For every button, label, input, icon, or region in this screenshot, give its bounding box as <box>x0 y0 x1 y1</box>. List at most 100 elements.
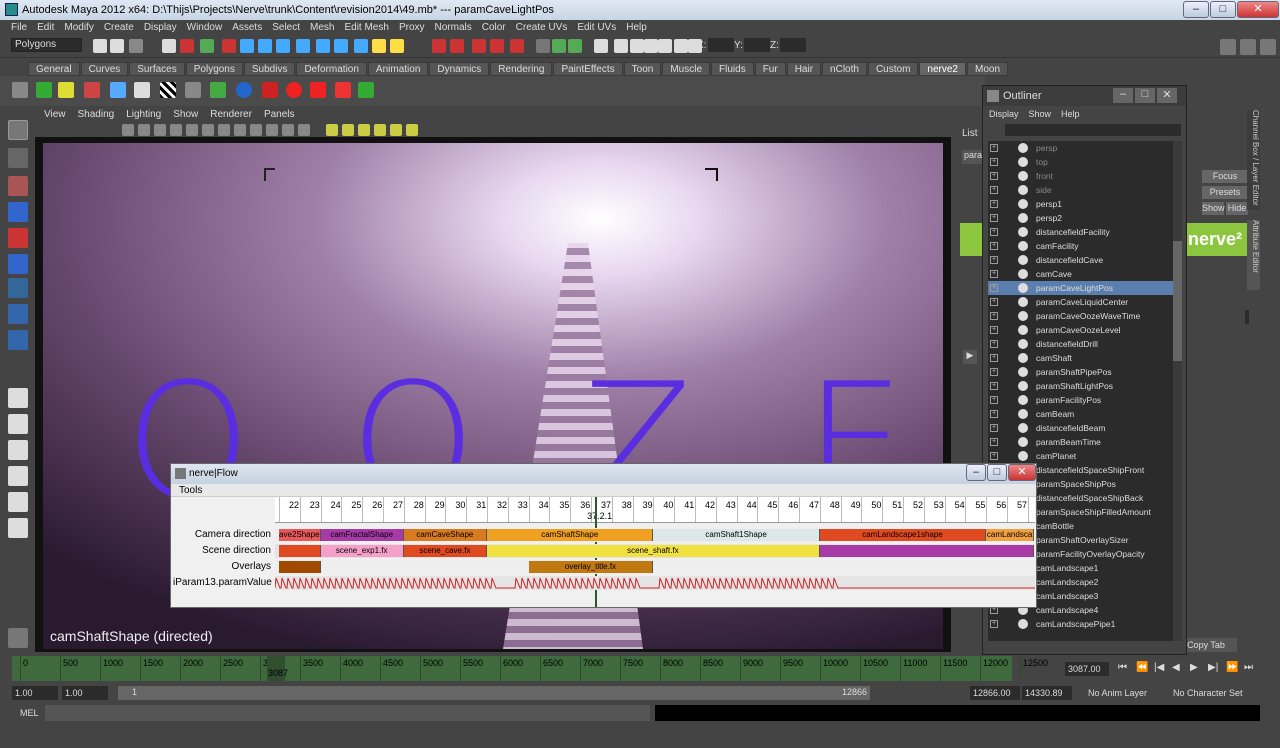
show-button[interactable]: Show <box>1202 202 1225 215</box>
outliner-item[interactable]: + camPlanet <box>988 449 1173 463</box>
track-segment[interactable]: scene_exp1.fx <box>320 545 404 557</box>
nerveflow-close-button[interactable]: ✕ <box>1008 464 1036 481</box>
layout-persp-graph-icon[interactable] <box>8 466 28 486</box>
outliner-item[interactable]: + paramFacilityPos <box>988 393 1173 407</box>
expand-plus-icon[interactable]: + <box>990 312 998 320</box>
status-tool-icon[interactable] <box>93 39 107 53</box>
z-field[interactable] <box>780 38 806 52</box>
status-tool-icon[interactable] <box>372 39 386 53</box>
outliner-menu-show[interactable]: Show <box>1029 109 1052 119</box>
menu-item[interactable]: Create <box>99 20 139 36</box>
track-segment[interactable]: camFractalShape <box>320 529 404 541</box>
play-forward-icon[interactable]: ▶ <box>1190 662 1204 676</box>
menu-item[interactable]: Edit <box>32 20 59 36</box>
status-tool-icon[interactable] <box>110 39 124 53</box>
track-segment[interactable]: camLandscape1shape <box>819 529 987 541</box>
paint-tool-icon[interactable] <box>8 176 28 196</box>
panel-tool-icon[interactable] <box>298 124 310 136</box>
animation-start-field[interactable]: 1.00 <box>12 686 58 700</box>
shelf-tab-dynamics[interactable]: Dynamics <box>429 62 490 76</box>
panel-menu-show[interactable]: Show <box>167 108 204 122</box>
status-tool-icon[interactable] <box>276 39 290 53</box>
expand-plus-icon[interactable]: + <box>990 270 998 278</box>
shelf-menu-icon[interactable] <box>12 82 28 98</box>
panel-tool-icon[interactable] <box>358 124 370 136</box>
track-segment[interactable]: ave2Shape <box>279 529 321 541</box>
shelf-tab-subdivs[interactable]: Subdivs <box>243 62 296 76</box>
cylinder-icon[interactable] <box>335 82 351 98</box>
outliner-item[interactable]: + camCave <box>988 267 1173 281</box>
outliner-scrollbar[interactable] <box>1173 141 1182 641</box>
menu-item[interactable]: Help <box>621 20 652 36</box>
outliner-item[interactable]: + distancefieldFacility <box>988 225 1173 239</box>
status-tool-icon[interactable] <box>162 39 176 53</box>
expand-plus-icon[interactable]: + <box>990 298 998 306</box>
layout-outliner-icon[interactable] <box>8 492 28 512</box>
menu-item[interactable]: Select <box>267 20 305 36</box>
shelf-tab-curves[interactable]: Curves <box>80 62 129 76</box>
shelf-tool-icon[interactable] <box>58 82 74 98</box>
expand-plus-icon[interactable]: + <box>990 200 998 208</box>
x-field[interactable] <box>708 38 734 52</box>
outliner-item[interactable]: + paramCaveOozeWaveTime <box>988 309 1173 323</box>
expand-plus-icon[interactable]: + <box>990 438 998 446</box>
shelf-tool-icon[interactable] <box>358 82 374 98</box>
outliner-item[interactable]: + paramCaveOozeLevel <box>988 323 1173 337</box>
soft-mod-tool-icon[interactable] <box>8 304 28 324</box>
layout-two-icon[interactable] <box>8 440 28 460</box>
outliner-item[interactable]: + distancefieldBeam <box>988 421 1173 435</box>
expand-plus-icon[interactable]: + <box>990 228 998 236</box>
menu-item[interactable]: Color <box>477 20 511 36</box>
shelf-tool-icon[interactable] <box>210 82 226 98</box>
expand-plus-icon[interactable]: + <box>990 354 998 362</box>
shelf-tab-moon[interactable]: Moon <box>966 62 1008 76</box>
outliner-item[interactable]: + camBeam <box>988 407 1173 421</box>
step-forward-key-icon[interactable]: ⏩ <box>1226 662 1240 676</box>
panel-tool-icon[interactable] <box>202 124 214 136</box>
outliner-close-button[interactable]: ✕ <box>1157 88 1177 103</box>
step-back-key-icon[interactable]: ⏪ <box>1136 662 1150 676</box>
menu-item[interactable]: Edit Mesh <box>339 20 393 36</box>
status-tool-icon[interactable] <box>390 39 404 53</box>
tools-menu[interactable]: Tools <box>179 485 202 496</box>
menu-item[interactable]: Edit UVs <box>572 20 621 36</box>
attribute-editor-side-tab[interactable]: Attribute Editor <box>1247 220 1260 290</box>
outliner-minimize-button[interactable]: – <box>1113 88 1133 103</box>
status-tool-icon[interactable] <box>630 39 644 53</box>
expand-plus-icon[interactable]: + <box>990 158 998 166</box>
character-set-selector[interactable]: No Character Set <box>1173 688 1243 698</box>
track-segment[interactable]: camCaveShape <box>403 529 487 541</box>
outliner-item[interactable]: + distancefieldCave <box>988 253 1173 267</box>
shelf-tab-fur[interactable]: Fur <box>754 62 786 76</box>
expand-plus-icon[interactable]: + <box>990 242 998 250</box>
panel-tool-icon[interactable] <box>234 124 246 136</box>
panel-tool-icon[interactable] <box>186 124 198 136</box>
status-tool-icon[interactable] <box>472 39 486 53</box>
outliner-item[interactable]: + paramCaveLiquidCenter <box>988 295 1173 309</box>
menu-item[interactable]: Modify <box>59 20 98 36</box>
shelf-tool-icon[interactable] <box>134 82 150 98</box>
panel-menu-lighting[interactable]: Lighting <box>120 108 167 122</box>
go-to-start-icon[interactable]: ⏮ <box>1118 662 1132 676</box>
shelf-tool-icon[interactable] <box>185 82 201 98</box>
expand-plus-icon[interactable]: + <box>990 424 998 432</box>
status-tool-icon[interactable] <box>614 39 628 53</box>
status-tool-icon[interactable] <box>536 39 550 53</box>
panel-tool-icon[interactable] <box>342 124 354 136</box>
outliner-menu-display[interactable]: Display <box>989 109 1019 119</box>
status-tool-icon[interactable] <box>674 39 688 53</box>
menu-item[interactable]: Display <box>139 20 182 36</box>
play-back-icon[interactable]: ◀ <box>1172 662 1186 676</box>
track-segment[interactable] <box>279 561 321 573</box>
shelf-tool-icon[interactable] <box>262 82 278 98</box>
outliner-item[interactable]: + persp <box>988 141 1173 155</box>
attr-field[interactable] <box>1245 310 1249 324</box>
outliner-item[interactable]: + paramBeamTime <box>988 435 1173 449</box>
track-segment[interactable]: camLandsca <box>986 529 1035 541</box>
outliner-item[interactable]: + side <box>988 183 1173 197</box>
outliner-item[interactable]: + paramShaftLightPos <box>988 379 1173 393</box>
expand-plus-icon[interactable]: + <box>990 172 998 180</box>
panel-menu-view[interactable]: View <box>38 108 72 122</box>
shelf-tab-toon[interactable]: Toon <box>623 62 662 76</box>
status-tool-icon[interactable] <box>688 39 702 53</box>
